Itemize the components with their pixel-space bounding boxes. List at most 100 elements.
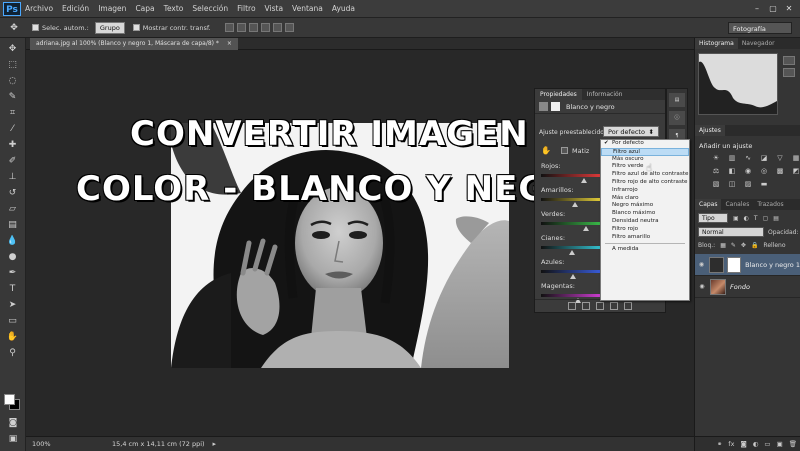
photo-filter-icon[interactable]: ◉ — [743, 167, 753, 176]
trash-icon[interactable]: 🗑 — [789, 440, 797, 448]
preset-option[interactable]: Filtro amarillo — [601, 234, 689, 242]
zoom-icon[interactable]: ⚲ — [4, 346, 22, 361]
filter-type-icon[interactable]: T — [754, 215, 758, 222]
layer-row[interactable]: ◉ Blanco y negro 1 — [695, 254, 800, 276]
reset-icon[interactable] — [596, 302, 604, 310]
menu-edicion[interactable]: Edición — [62, 4, 89, 13]
filter-smart-icon[interactable]: ▤ — [773, 215, 779, 222]
eye-icon[interactable]: ◉ — [697, 283, 707, 290]
align-top-icon[interactable] — [224, 23, 234, 32]
auto-select-dropdown[interactable]: Grupo — [94, 21, 125, 34]
show-transform-checkbox[interactable] — [132, 24, 140, 31]
crop-icon[interactable]: ⌗ — [4, 106, 22, 121]
view-previous-icon[interactable] — [582, 302, 590, 310]
zoom-level[interactable]: 100% — [32, 440, 72, 448]
document-tab[interactable]: adriana.jpg al 100% (Blanco y negro 1, M… — [30, 38, 238, 50]
screen-mode-icon[interactable]: ▣ — [4, 432, 22, 447]
menu-imagen[interactable]: Imagen — [98, 4, 126, 13]
tab-trazados[interactable]: Trazados — [753, 199, 787, 210]
preset-option[interactable]: Filtro azul — [601, 147, 689, 156]
menu-vista[interactable]: Vista — [265, 4, 284, 13]
maximize-icon[interactable]: ▢ — [766, 3, 780, 14]
tab-histograma[interactable]: Histograma — [695, 38, 738, 49]
filter-shape-icon[interactable]: ▢ — [763, 215, 769, 222]
tab-close-icon[interactable]: × — [227, 40, 232, 47]
hand-icon[interactable]: ✋ — [4, 330, 22, 345]
align-right-icon[interactable] — [284, 23, 294, 32]
clone-stamp-icon[interactable]: ⊥ — [4, 170, 22, 185]
preset-option[interactable]: Filtro rojo — [601, 226, 689, 234]
menu-seleccion[interactable]: Selección — [192, 4, 228, 13]
preset-option[interactable]: Filtro rojo de alto contraste — [601, 179, 689, 187]
layer-row[interactable]: ◉ Fondo — [695, 276, 800, 298]
align-left-icon[interactable] — [260, 23, 270, 32]
visibility-icon[interactable] — [610, 302, 618, 310]
slider-verdes[interactable] — [541, 222, 603, 225]
black-white-icon[interactable]: ◧ — [727, 167, 737, 176]
preset-option[interactable]: Densidad neutra — [601, 218, 689, 226]
levels-icon[interactable]: ▥ — [727, 154, 737, 163]
preset-dropdown[interactable]: Por defecto ⬍ — [603, 126, 659, 137]
tab-informacion[interactable]: Información — [582, 89, 628, 100]
pen-icon[interactable]: ✒ — [4, 266, 22, 281]
curves-icon[interactable]: ∿ — [743, 154, 753, 163]
preset-option[interactable]: Por defecto — [601, 140, 689, 148]
tab-ajustes[interactable]: Ajustes — [695, 125, 725, 136]
brightness-icon[interactable]: ☀ — [711, 154, 721, 163]
fx-button[interactable]: fx — [728, 440, 734, 448]
lasso-icon[interactable]: ◌ — [4, 74, 22, 89]
move-tool-icon[interactable]: ✥ — [4, 23, 24, 33]
tab-navegador[interactable]: Navegador — [738, 38, 779, 49]
layer-mask-icon[interactable] — [551, 102, 560, 111]
lock-paint-icon[interactable]: ✎ — [731, 242, 736, 249]
menu-capa[interactable]: Capa — [135, 4, 154, 13]
foreground-color-swatch[interactable] — [4, 394, 15, 405]
posterize-icon[interactable]: ▧ — [711, 180, 721, 189]
vibrance-icon[interactable]: ▽ — [775, 154, 785, 163]
new-layer-icon[interactable]: ▣ — [777, 440, 783, 448]
tab-canales[interactable]: Canales — [721, 199, 753, 210]
invert-icon[interactable]: ◩ — [791, 167, 800, 176]
link-icon[interactable]: ⚭ — [717, 440, 722, 448]
move-icon[interactable]: ✥ — [4, 42, 22, 57]
shape-icon[interactable]: ▭ — [4, 314, 22, 329]
eraser-icon[interactable]: ▱ — [4, 202, 22, 217]
tint-checkbox[interactable] — [560, 147, 568, 154]
menu-texto[interactable]: Texto — [164, 4, 184, 13]
slider-rojos[interactable] — [541, 174, 603, 177]
slider-cianes[interactable] — [541, 246, 603, 249]
clip-to-layer-icon[interactable] — [568, 302, 576, 310]
align-bottom-icon[interactable] — [248, 23, 258, 32]
menu-archivo[interactable]: Archivo — [25, 4, 53, 13]
add-mask-icon[interactable]: ◙ — [740, 440, 746, 448]
lock-transparent-icon[interactable]: ▦ — [720, 242, 726, 249]
selective-color-icon[interactable]: ▨ — [743, 180, 753, 189]
targeted-adjust-icon[interactable]: ✋ — [541, 146, 551, 155]
filter-adjust-icon[interactable]: ◐ — [744, 215, 749, 222]
layer-filter-dropdown[interactable]: Tipo — [698, 213, 728, 223]
gradient-icon[interactable]: ▤ — [4, 218, 22, 233]
auto-select-checkbox[interactable] — [32, 24, 39, 31]
channel-mixer-icon[interactable]: ◎ — [759, 167, 769, 176]
slider-azules[interactable] — [541, 270, 603, 273]
menu-filtro[interactable]: Filtro — [237, 4, 255, 13]
close-icon[interactable]: ✕ — [782, 3, 796, 14]
dock-history-icon[interactable]: ▤ — [669, 93, 685, 107]
preset-option[interactable]: Filtro verde — [601, 163, 689, 171]
lock-all-icon[interactable]: 🔒 — [751, 242, 758, 249]
lock-position-icon[interactable]: ✥ — [741, 242, 746, 249]
dodge-icon[interactable]: ● — [4, 250, 22, 265]
quick-select-icon[interactable]: ✎ — [4, 90, 22, 105]
quick-mask-icon[interactable]: ◙ — [4, 416, 22, 431]
history-brush-icon[interactable]: ↺ — [4, 186, 22, 201]
tab-propiedades[interactable]: Propiedades — [535, 89, 582, 100]
blur-icon[interactable]: 💧 — [4, 234, 22, 249]
slider-thumb-verdes[interactable] — [582, 226, 589, 231]
preset-option-custom[interactable]: A medida — [601, 246, 689, 254]
gradient-map-icon[interactable]: ▬ — [759, 180, 769, 189]
align-middle-icon[interactable] — [236, 23, 246, 32]
preset-option[interactable]: Infrarrojo — [601, 187, 689, 195]
eye-icon[interactable]: ◉ — [697, 261, 706, 268]
slider-thumb-cianes[interactable] — [569, 250, 575, 255]
healing-brush-icon[interactable]: ✚ — [4, 138, 22, 153]
